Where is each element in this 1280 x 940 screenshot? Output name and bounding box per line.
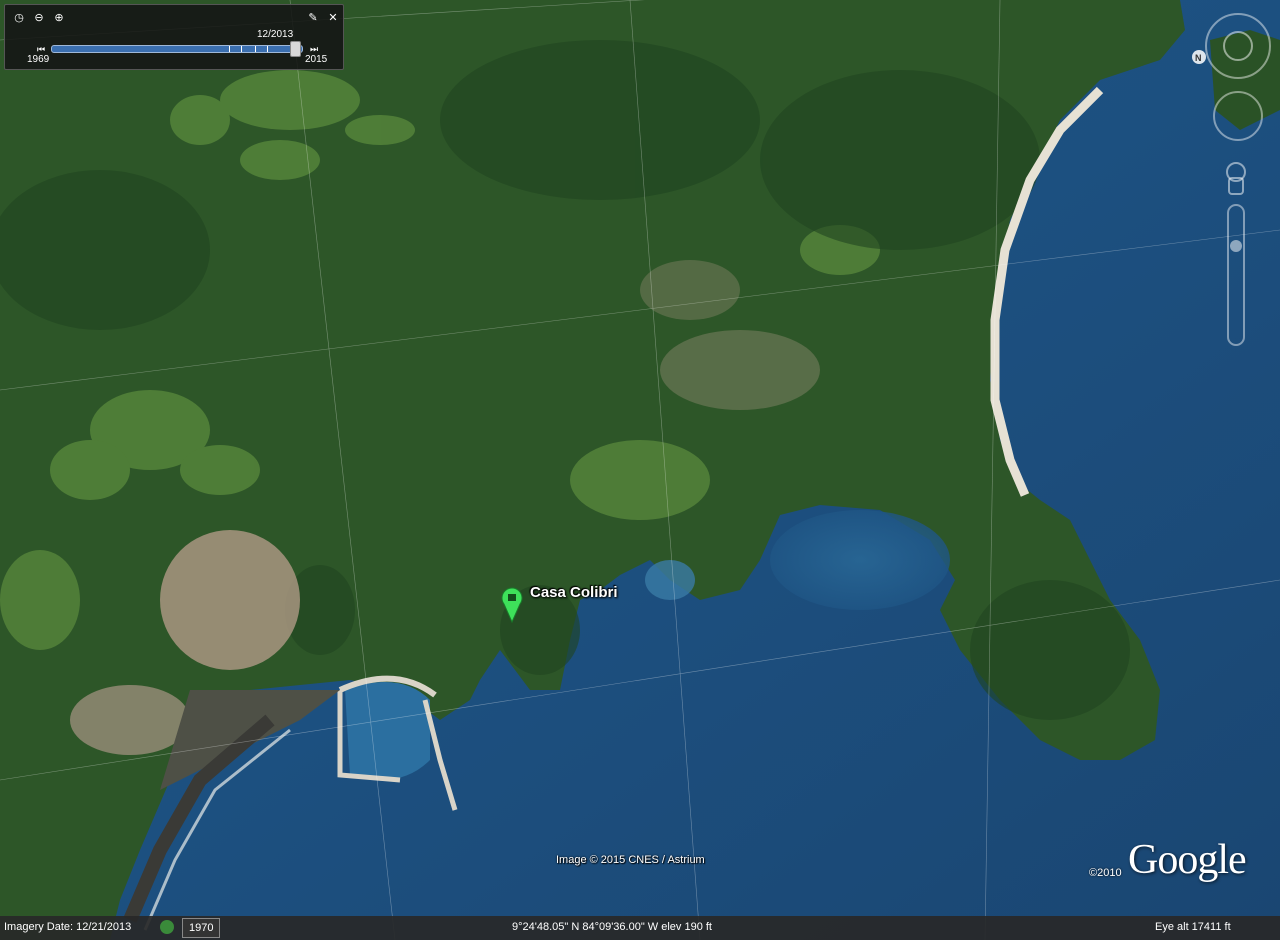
zoom-out-icon[interactable]: ⊖ xyxy=(31,9,47,25)
satellite-map[interactable]: N xyxy=(0,0,1280,940)
slider-tick xyxy=(267,46,268,52)
slider-tick xyxy=(229,46,230,52)
time-slider-thumb[interactable] xyxy=(290,41,301,57)
slider-start-year: 1969 xyxy=(27,54,50,65)
status-bar: Imagery Date: 12/21/2013 1970 9°24'48.05… xyxy=(0,916,1280,940)
time-slider-track[interactable] xyxy=(51,45,303,53)
zoom-slider-thumb-icon xyxy=(1230,240,1242,252)
svg-text:N: N xyxy=(1195,53,1202,63)
slider-tick xyxy=(255,46,256,52)
streaming-indicator-icon xyxy=(160,920,174,934)
coordinates-readout: 9°24'48.05" N 84°09'36.00" W elev 190 ft xyxy=(512,921,712,933)
zoom-in-icon[interactable]: ⊕ xyxy=(51,9,67,25)
wrench-icon[interactable]: ✎ xyxy=(305,9,321,25)
close-icon[interactable]: ✕ xyxy=(325,9,341,25)
year-button[interactable]: 1970 xyxy=(182,918,221,938)
placemark-label[interactable]: Casa Colibri xyxy=(530,584,618,601)
copyright-notice: ©2010 xyxy=(1089,867,1122,879)
historical-imagery-panel: ◷ ⊖ ⊕ ✎ ✕ ⏮ ⏭ 12/2013 1969 2015 xyxy=(4,4,344,70)
image-credit: Image © 2015 CNES / Astrium xyxy=(556,854,705,866)
clock-icon[interactable]: ◷ xyxy=(11,9,27,25)
slider-date-label: 12/2013 xyxy=(257,29,294,40)
slider-end-year: 2015 xyxy=(305,54,328,65)
imagery-date: Imagery Date: 12/21/2013 xyxy=(4,921,132,933)
google-logo: Google xyxy=(1128,837,1247,883)
slider-tick xyxy=(241,46,242,52)
bay-shallows xyxy=(770,510,950,610)
cove-shallows xyxy=(645,560,695,600)
eye-altitude: Eye alt 17411 ft xyxy=(1155,921,1231,933)
